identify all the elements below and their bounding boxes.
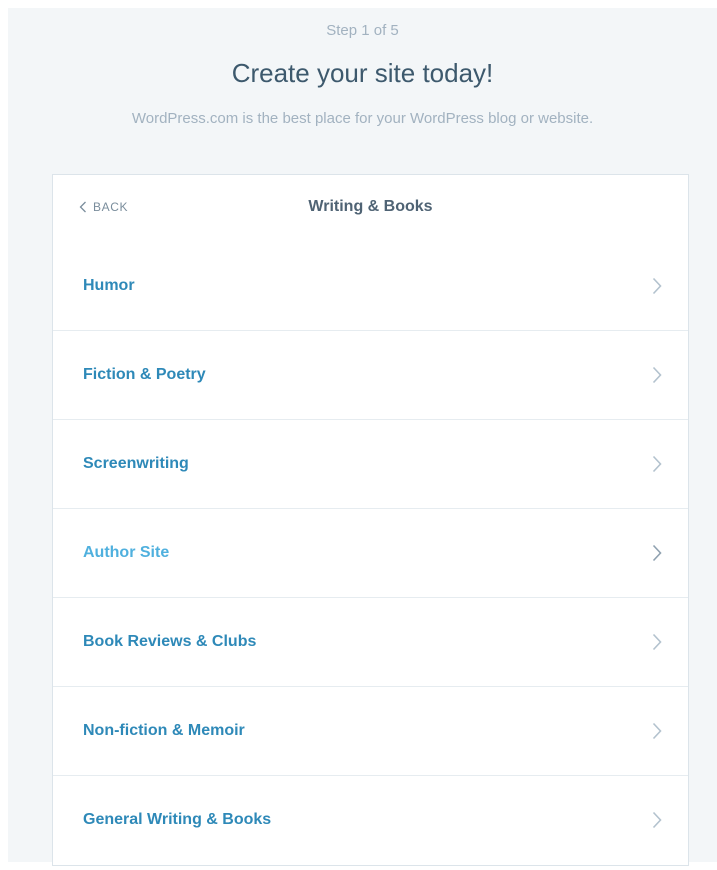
chevron-right-icon [652, 633, 662, 651]
chevron-right-icon [652, 277, 662, 294]
category-card: BACK Writing & Books Humor Fiction & Poe… [52, 174, 689, 866]
chevron-right-icon [652, 722, 662, 740]
list-item-label: Screenwriting [83, 455, 189, 472]
page-subtitle: WordPress.com is the best place for your… [131, 110, 594, 127]
chevron-right-icon [652, 455, 662, 473]
list-item-label: Author Site [83, 544, 170, 561]
list-item-humor[interactable]: Humor [53, 241, 688, 330]
category-list: Humor Fiction & Poetry Screenwriting Aut… [53, 241, 688, 864]
list-item-book-reviews-clubs[interactable]: Book Reviews & Clubs [53, 597, 688, 686]
back-button-label: BACK [93, 200, 129, 214]
list-item-label: Fiction & Poetry [83, 366, 206, 383]
list-item-label: Book Reviews & Clubs [83, 633, 257, 650]
signup-page: Step 1 of 5 Create your site today! Word… [8, 8, 717, 866]
chevron-right-icon [652, 544, 662, 562]
list-item-general-writing-books[interactable]: General Writing & Books [53, 775, 688, 864]
list-item-fiction-poetry[interactable]: Fiction & Poetry [53, 330, 688, 419]
page-title: Create your site today! [231, 58, 494, 88]
list-item-label: General Writing & Books [83, 811, 272, 828]
list-item-nonfiction-memoir[interactable]: Non-fiction & Memoir [53, 686, 688, 775]
card-title: Writing & Books [308, 198, 433, 215]
chevron-right-icon [652, 366, 662, 384]
card-header: BACK Writing & Books [53, 175, 688, 241]
chevron-right-icon [652, 811, 662, 829]
chevron-left-icon [79, 201, 86, 213]
step-indicator: Step 1 of 5 [326, 22, 399, 39]
list-item-screenwriting[interactable]: Screenwriting [53, 419, 688, 508]
list-item-label: Non-fiction & Memoir [83, 722, 245, 739]
back-button[interactable]: BACK [79, 200, 128, 214]
list-item-author-site[interactable]: Author Site [53, 508, 688, 597]
list-item-label: Humor [83, 276, 135, 294]
